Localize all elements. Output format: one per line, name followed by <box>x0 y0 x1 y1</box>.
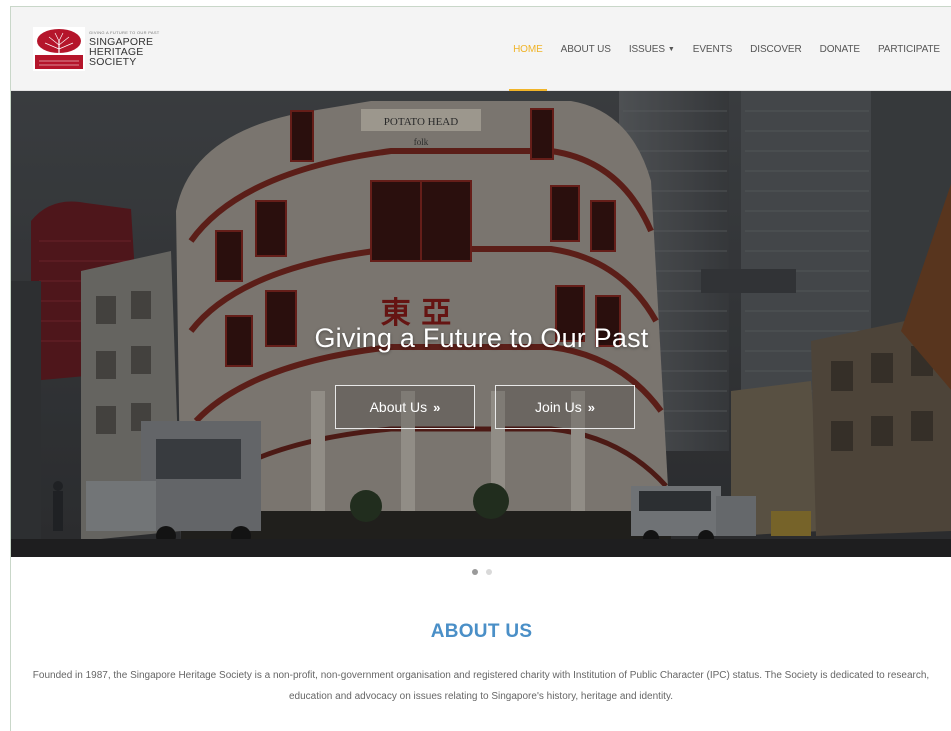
join-us-button-label: Join Us <box>535 399 582 415</box>
nav-participate[interactable]: PARTICIPATE <box>878 7 940 91</box>
browser-page: GIVING A FUTURE TO OUR PAST SINGAPORE HE… <box>10 6 951 731</box>
main-nav: HOME ABOUT US ISSUES ▼ EVENTS DISCOVER DO… <box>495 7 940 91</box>
carousel-indicators <box>11 569 951 575</box>
nav-home[interactable]: HOME <box>509 7 547 91</box>
nav-donate[interactable]: DONATE <box>820 7 860 91</box>
caret-down-icon: ▼ <box>667 45 675 53</box>
nav-issues[interactable]: ISSUES ▼ <box>629 7 675 91</box>
logo-wordmark: GIVING A FUTURE TO OUR PAST SINGAPORE HE… <box>89 30 160 68</box>
hero-title: Giving a Future to Our Past <box>314 323 649 353</box>
nav-events[interactable]: EVENTS <box>693 7 733 91</box>
site-header: GIVING A FUTURE TO OUR PAST SINGAPORE HE… <box>11 7 951 91</box>
about-section-text: Founded in 1987, the Singapore Heritage … <box>32 670 930 702</box>
double-chevron-right-icon: » <box>433 399 441 415</box>
logo-line-3: SOCIETY <box>89 56 137 68</box>
nav-issues-label: ISSUES <box>628 43 665 55</box>
double-chevron-right-icon: » <box>587 399 595 415</box>
site-logo[interactable]: GIVING A FUTURE TO OUR PAST SINGAPORE HE… <box>33 23 183 75</box>
hero-carousel[interactable]: POTATO HEAD folk 東 亞 <box>11 91 951 557</box>
nav-about-us[interactable]: ABOUT US <box>561 7 611 91</box>
nav-discover[interactable]: DISCOVER <box>750 7 802 91</box>
logo-tagline: GIVING A FUTURE TO OUR PAST <box>89 30 160 35</box>
about-us-button-label: About Us <box>369 399 428 415</box>
carousel-dot-1[interactable] <box>471 569 478 575</box>
about-us-button[interactable]: About Us » <box>335 385 475 429</box>
carousel-dot-2[interactable] <box>485 569 492 575</box>
about-section-heading: ABOUT US <box>430 621 533 642</box>
logo-tree-icon <box>33 27 85 71</box>
join-us-button[interactable]: Join Us » <box>495 385 635 429</box>
